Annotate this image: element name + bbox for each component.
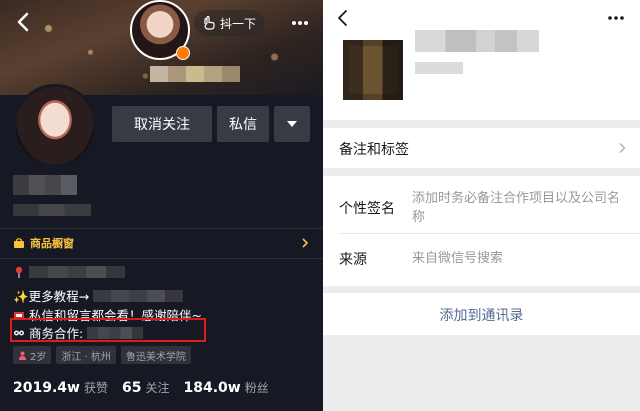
- followers-count: 184.0w: [183, 380, 241, 396]
- likes-count: 2019.4w: [13, 380, 80, 396]
- back-arrow-icon[interactable]: [336, 9, 350, 27]
- followers-label: 粉丝: [244, 381, 269, 395]
- stat-following[interactable]: 65 关注: [122, 377, 170, 396]
- message-label: 私信: [229, 117, 257, 133]
- contact-avatar[interactable]: [343, 40, 403, 100]
- chevron-right-icon: [302, 238, 309, 248]
- bio-line-1: [13, 266, 125, 278]
- censored-username: [13, 175, 77, 195]
- add-contact-link[interactable]: 添加到通讯录: [323, 305, 640, 325]
- hand-shake-icon: [204, 16, 215, 30]
- add-contact-row[interactable]: 添加到通讯录: [323, 293, 640, 335]
- remark-tags-label: 备注和标签: [339, 142, 409, 158]
- tag-school-text: 鲁迅美术学院: [125, 351, 186, 363]
- tag-school: 鲁迅美术学院: [120, 346, 191, 364]
- profile-avatar[interactable]: [13, 84, 97, 168]
- info-section: 个性签名 添加时务必备注合作项目以及公司名称 来源 来自微信号搜索: [323, 176, 640, 286]
- chevron-right-icon: [619, 143, 626, 153]
- wechat-contact-screen: 备注和标签 个性签名 添加时务必备注合作项目以及公司名称 来源 来自微信号搜索 …: [323, 0, 640, 411]
- profile-stats: 2019.4w 获赞 65 关注 184.0w 粉丝: [13, 377, 269, 396]
- more-dots-icon[interactable]: [606, 10, 626, 26]
- unfollow-button[interactable]: 取消关注: [112, 106, 212, 142]
- verified-badge-icon: [176, 46, 190, 60]
- unfollow-label: 取消关注: [134, 117, 190, 133]
- likes-label: 获赞: [83, 381, 108, 395]
- bio-line-2: ✨更多教程→: [13, 286, 184, 305]
- pushpin-icon: [15, 266, 23, 278]
- tag-location: 浙江 · 杭州: [56, 346, 116, 364]
- profile-tags: 2岁 浙江 · 杭州 鲁迅美术学院: [13, 346, 191, 364]
- stat-followers[interactable]: 184.0w 粉丝: [183, 377, 268, 396]
- censored-mosaic: [150, 66, 240, 82]
- row-separator: [339, 233, 640, 234]
- stat-likes: 2019.4w 获赞: [13, 377, 108, 396]
- censored-text: [29, 266, 125, 278]
- bio-tutorial-text: ✨更多教程→: [13, 289, 90, 304]
- censored-contact-id: [415, 62, 463, 74]
- more-options-button[interactable]: [274, 106, 310, 142]
- shop-icon: [14, 237, 24, 248]
- source-value: 来自微信号搜索: [412, 251, 504, 266]
- dropdown-triangle-icon: [287, 121, 297, 127]
- back-arrow-icon[interactable]: [14, 10, 34, 34]
- more-dots-icon[interactable]: [290, 13, 310, 33]
- message-button[interactable]: 私信: [217, 106, 269, 142]
- censored-contact-name: [495, 30, 539, 52]
- signature-value: 添加时务必备注合作项目以及公司名称: [412, 191, 621, 225]
- divider: [0, 228, 323, 229]
- shop-window-label: 商品橱窗: [30, 237, 74, 250]
- douyin-profile-screen: 抖一下 取消关注 私信 商品橱窗 ✨更多教程→ 私信和留言都会看！感谢陪伴~ 商…: [0, 0, 323, 411]
- shake-button[interactable]: 抖一下: [194, 10, 264, 36]
- divider: [0, 258, 323, 259]
- source-label: 来源: [339, 252, 367, 268]
- following-label: 关注: [145, 381, 170, 395]
- highlight-box: [10, 318, 206, 342]
- signature-label: 个性签名: [339, 201, 395, 217]
- remark-tags-row[interactable]: 备注和标签: [323, 128, 640, 168]
- censored-text: [93, 289, 184, 302]
- tag-age-text: 2岁: [30, 351, 47, 363]
- person-icon: [19, 351, 26, 360]
- shop-window-row[interactable]: 商品橱窗: [0, 232, 323, 254]
- contact-header-card: [323, 0, 640, 120]
- following-count: 65: [121, 380, 142, 396]
- shake-label: 抖一下: [220, 16, 257, 31]
- tag-location-text: 浙江 · 杭州: [61, 351, 111, 363]
- tag-age: 2岁: [13, 346, 52, 364]
- censored-user-id: [13, 204, 91, 216]
